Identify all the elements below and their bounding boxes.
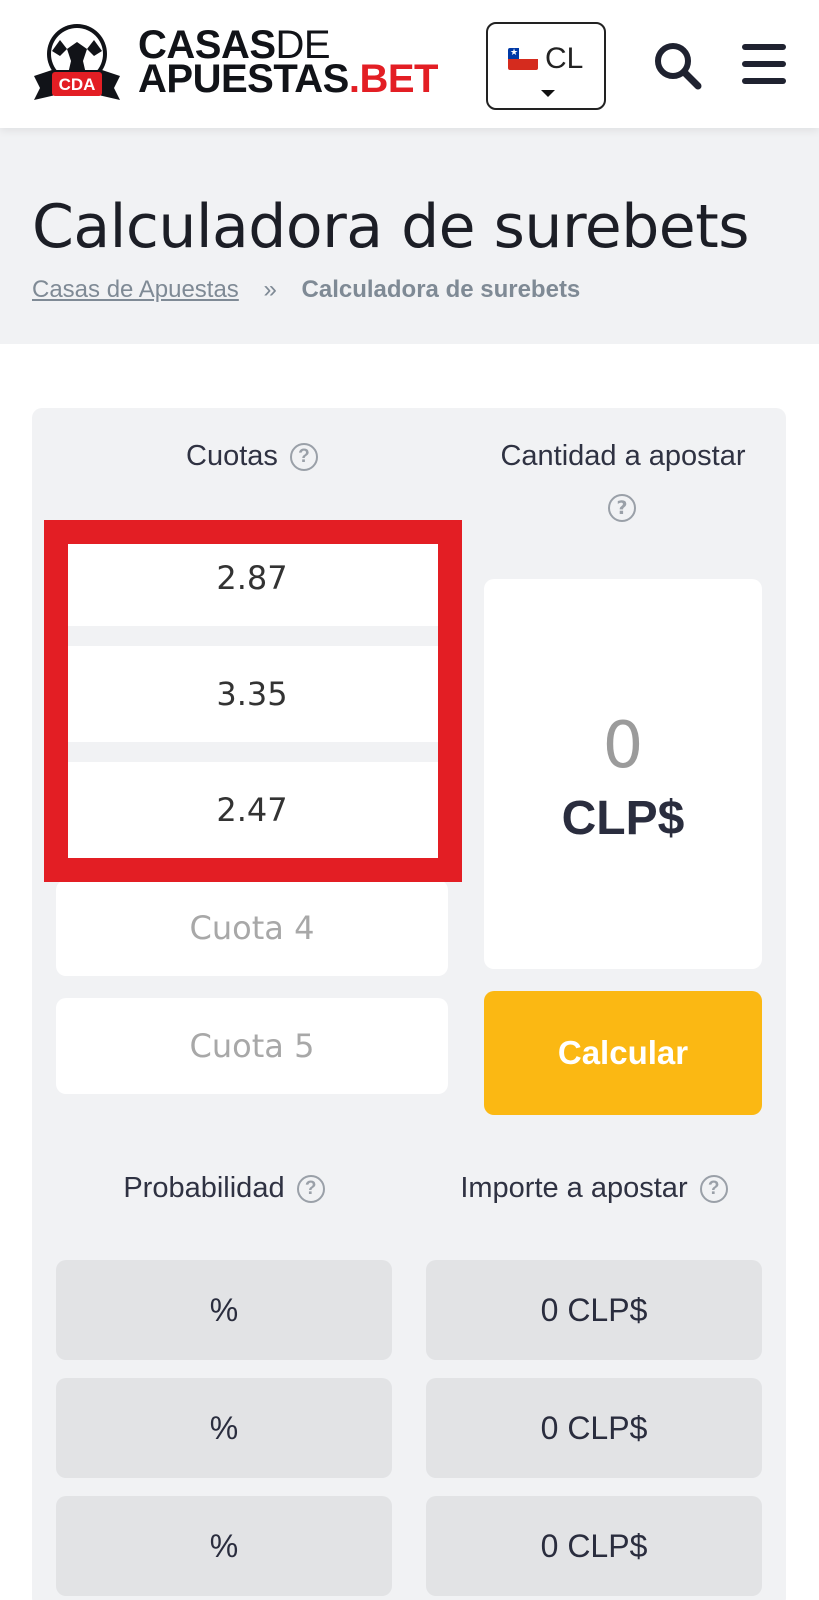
chile-flag-icon: ★ bbox=[508, 48, 538, 70]
logo-badge-icon[interactable]: CDA bbox=[30, 18, 124, 106]
odd-input-1[interactable]: 2.87 bbox=[56, 530, 448, 626]
stake-header-label: Cantidad a apostar bbox=[500, 440, 746, 472]
odd-input-4[interactable]: Cuota 4 bbox=[56, 880, 448, 976]
hamburger-menu-icon bbox=[742, 44, 786, 50]
odd-input-5[interactable]: Cuota 5 bbox=[56, 998, 448, 1094]
stake-currency: CLP$ bbox=[561, 792, 685, 845]
amount-output-3: 0 CLP$ bbox=[426, 1496, 762, 1596]
page-title: Calculadora de surebets bbox=[32, 192, 750, 262]
stake-header: Cantidad a apostar bbox=[478, 440, 768, 473]
odd-input-3[interactable]: 2.47 bbox=[56, 762, 448, 858]
probability-header-label: Probabilidad bbox=[123, 1172, 285, 1204]
stake-value: 0 bbox=[602, 709, 644, 783]
menu-button[interactable] bbox=[740, 42, 788, 86]
odds-header: Cuotas ? bbox=[56, 440, 448, 473]
help-icon[interactable]: ? bbox=[296, 1175, 325, 1204]
site-header: CDA CASASDE APUESTAS.BET ★ CL bbox=[0, 0, 819, 128]
calculate-button[interactable]: Calcular bbox=[484, 991, 762, 1115]
probability-header: Probabilidad ? bbox=[56, 1172, 392, 1205]
search-icon bbox=[655, 43, 702, 90]
probability-output-1: % bbox=[56, 1260, 392, 1360]
search-button[interactable] bbox=[650, 38, 706, 94]
amount-output-1: 0 CLP$ bbox=[426, 1260, 762, 1360]
title-section: Calculadora de surebets Casas de Apuesta… bbox=[0, 128, 819, 344]
amount-header-label: Importe a apostar bbox=[460, 1172, 688, 1204]
odd-input-2[interactable]: 3.35 bbox=[56, 646, 448, 742]
country-selector[interactable]: ★ CL bbox=[486, 22, 606, 110]
caret-down-icon bbox=[541, 90, 555, 97]
breadcrumb: Casas de Apuestas » Calculadora de sureb… bbox=[32, 276, 580, 304]
probability-output-3: % bbox=[56, 1496, 392, 1596]
logo-word-bet: .BET bbox=[348, 57, 439, 101]
breadcrumb-home-link[interactable]: Casas de Apuestas bbox=[32, 276, 239, 303]
help-icon[interactable]: ? bbox=[289, 443, 318, 472]
help-icon[interactable]: ? bbox=[608, 494, 636, 522]
site-logo-wordmark[interactable]: CASASDE APUESTAS.BET bbox=[138, 25, 438, 99]
help-icon[interactable]: ? bbox=[699, 1175, 728, 1204]
amount-header: Importe a apostar ? bbox=[426, 1172, 762, 1205]
amount-output-2: 0 CLP$ bbox=[426, 1378, 762, 1478]
breadcrumb-separator: » bbox=[263, 276, 277, 303]
breadcrumb-current: Calculadora de surebets bbox=[301, 276, 581, 303]
logo-word-apuestas: APUESTAS bbox=[138, 57, 349, 101]
stake-input[interactable]: 0 CLP$ bbox=[484, 579, 762, 969]
odds-header-label: Cuotas bbox=[186, 440, 278, 472]
country-code: CL bbox=[545, 42, 584, 75]
probability-output-2: % bbox=[56, 1378, 392, 1478]
logo-badge-text: CDA bbox=[59, 75, 96, 94]
